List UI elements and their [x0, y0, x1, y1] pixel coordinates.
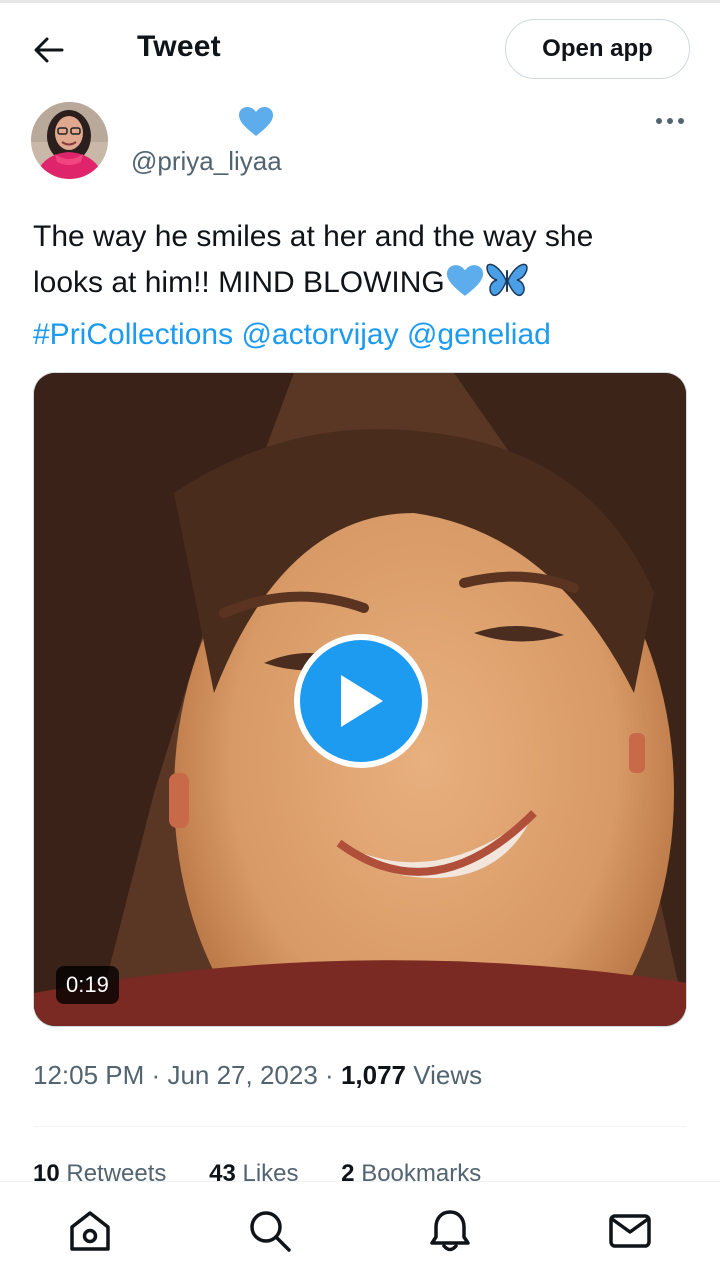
video-duration-badge: 0:19 — [56, 966, 119, 1004]
retweets-count: 10 — [33, 1160, 60, 1182]
tweet-text: The way he smiles at her and the way she… — [33, 214, 693, 358]
tweet-time[interactable]: 12:05 PM — [33, 1060, 144, 1090]
more-horizontal-icon — [656, 118, 684, 124]
tweet-text-line-2: looks at him!! MIND BLOWING — [33, 260, 693, 312]
messages-envelope-icon — [609, 1214, 651, 1248]
video-player[interactable]: 0:19 — [33, 372, 687, 1027]
butterfly-emoji-icon — [485, 262, 529, 312]
open-app-button[interactable]: Open app — [505, 19, 690, 79]
page-title: Tweet — [137, 30, 221, 63]
blue-heart-icon — [238, 106, 274, 138]
views-label: Views — [413, 1060, 483, 1090]
mention-link-geneliad[interactable]: @geneliad — [407, 318, 551, 351]
tweet-text-line-3: #PriCollections @actorvijay @geneliad — [33, 312, 693, 358]
search-icon — [250, 1211, 291, 1252]
tweet-date[interactable]: Jun 27, 2023 — [167, 1060, 317, 1090]
avatar[interactable] — [31, 102, 108, 179]
play-button[interactable] — [294, 634, 428, 768]
bookmarks-label: Bookmarks — [361, 1160, 482, 1182]
likes-count: 43 — [209, 1160, 236, 1182]
notifications-bell-icon — [430, 1210, 470, 1252]
tweet-metadata: 12:05 PM · Jun 27, 2023 · 1,077 Views — [33, 1060, 482, 1091]
nav-messages-button[interactable] — [605, 1206, 655, 1256]
bookmarks-count: 2 — [341, 1160, 355, 1182]
meta-separator: · — [325, 1060, 334, 1090]
retweets-label: Retweets — [66, 1160, 167, 1182]
likes-stat[interactable]: 43 Likes — [209, 1160, 298, 1182]
author-handle[interactable]: @priya_liyaa — [131, 146, 282, 177]
hashtag-link[interactable]: #PriCollections — [33, 318, 233, 351]
views-count: 1,077 — [340, 1060, 407, 1090]
tweet-text-line-2-text: looks at him!! MIND BLOWING — [33, 266, 445, 299]
nav-search-button[interactable] — [245, 1206, 295, 1256]
nav-notifications-button[interactable] — [425, 1206, 475, 1256]
bottom-navigation — [0, 1181, 720, 1280]
engagement-stats: 10 Retweets 43 Likes 2 Bookmarks — [33, 1160, 687, 1182]
bookmarks-stat[interactable]: 2 Bookmarks — [341, 1160, 481, 1182]
mention-link-actorvijay[interactable]: @actorvijay — [241, 318, 398, 351]
nav-home-button[interactable] — [65, 1206, 115, 1256]
retweets-stat[interactable]: 10 Retweets — [33, 1160, 166, 1182]
play-icon — [341, 675, 383, 727]
tweet-author: @priya_liyaa — [0, 98, 720, 193]
header: Tweet Open app — [0, 0, 720, 98]
blue-heart-emoji-icon — [445, 264, 485, 312]
likes-label: Likes — [242, 1160, 299, 1182]
more-options-button[interactable] — [650, 106, 690, 136]
back-button[interactable] — [26, 28, 72, 72]
tweet-text-line-1: The way he smiles at her and the way she — [33, 220, 594, 253]
arrow-left-icon — [34, 37, 64, 63]
divider — [33, 1126, 687, 1127]
meta-separator: · — [151, 1060, 161, 1090]
home-icon — [70, 1211, 110, 1251]
